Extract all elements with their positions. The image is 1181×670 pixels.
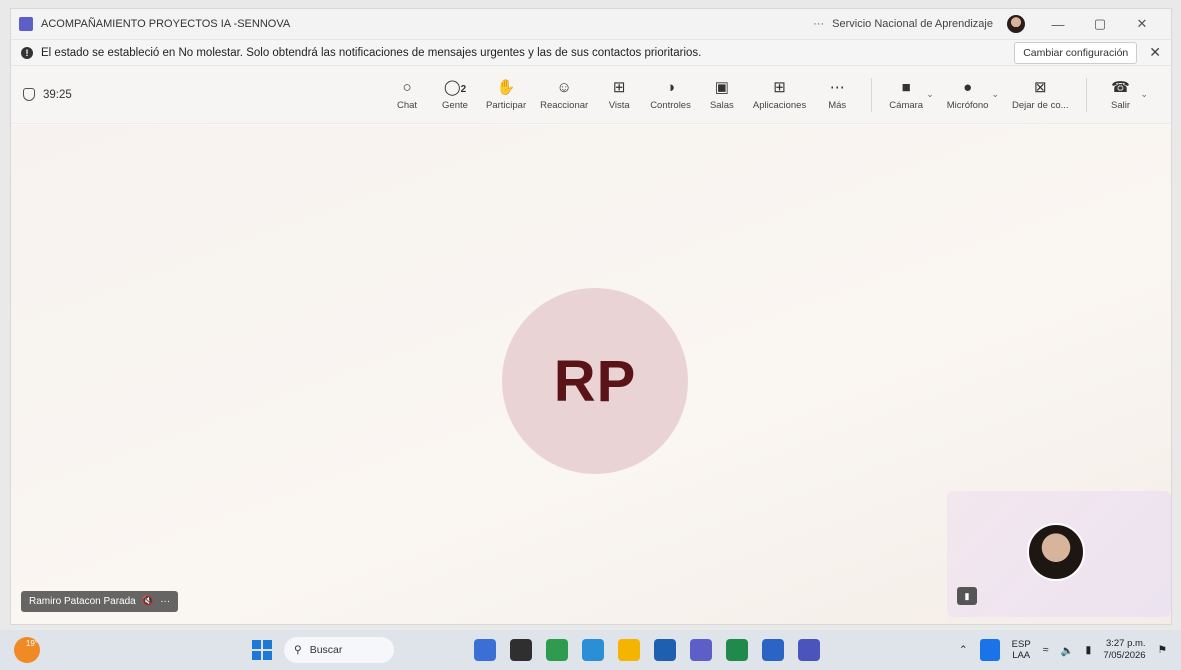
self-video-tile[interactable]: ▮	[947, 491, 1171, 617]
banner-text: El estado se estableció en No molestar. …	[41, 46, 702, 59]
edge-icon[interactable]	[582, 639, 604, 661]
shield-icon	[23, 88, 35, 101]
mic-muted-icon: 🔇	[141, 596, 155, 607]
toolbar-divider	[1085, 77, 1087, 112]
maximize-button[interactable]: ▢	[1079, 16, 1121, 32]
title-bar: ACOMPAÑAMIENTO PROYECTOS IA -SENNOVA ···…	[11, 9, 1171, 39]
wifi-icon[interactable]: ≈	[1043, 644, 1049, 656]
camera-off-icon: ■	[901, 79, 911, 96]
ellipsis-icon: ⋯	[829, 79, 845, 96]
hang-up-icon: ☎	[1111, 79, 1130, 96]
window-title: ACOMPAÑAMIENTO PROYECTOS IA -SENNOVA	[41, 18, 291, 30]
rooms-icon: ▣	[714, 79, 729, 96]
microphone-icon: ●	[963, 79, 973, 96]
do-not-disturb-banner: ! El estado se estableció en No molestar…	[11, 39, 1171, 66]
toolbar-divider	[871, 77, 873, 112]
taskbar-search[interactable]: ⚲ Buscar	[284, 637, 394, 663]
meeting-timer: 39:25	[23, 88, 383, 101]
people-icon: ◯2	[443, 79, 467, 96]
chevron-down-icon[interactable]: ⌄	[1141, 89, 1149, 100]
chevron-down-icon[interactable]: ⌄	[926, 89, 934, 100]
grid-icon: ⊞	[612, 79, 626, 96]
excel-icon[interactable]	[726, 639, 748, 661]
word-icon[interactable]	[762, 639, 784, 661]
controls-icon: ◑	[665, 79, 676, 96]
organization-name[interactable]: Servicio Nacional de Aprendizaje	[832, 18, 993, 30]
chevron-down-icon[interactable]: ⌄	[991, 89, 999, 100]
battery-icon[interactable]: ▮	[1086, 644, 1092, 656]
controls-button[interactable]: ◑ Controles	[650, 78, 691, 111]
participant-avatar: RP	[502, 288, 688, 474]
smiley-icon: ☺	[556, 79, 572, 96]
close-window-button[interactable]: ✕	[1121, 16, 1163, 32]
chat-button[interactable]: ○ Chat	[390, 78, 424, 111]
signal-icon[interactable]: ▮	[957, 587, 977, 605]
search-label: Buscar	[309, 644, 343, 656]
taskbar-app-icon[interactable]	[654, 639, 676, 661]
file-explorer-icon[interactable]	[618, 639, 640, 661]
system-tray: ⌃ ESP LAA ≈ 🔈 ▮ 3:27 p.m. 7/05/2026 ⚑	[959, 638, 1167, 662]
rooms-button[interactable]: ▣ Salas	[705, 78, 739, 111]
chevron-up-icon[interactable]: ⌃	[959, 644, 968, 656]
taskbar-app-icon[interactable]	[510, 639, 532, 661]
windows-taskbar: 19° ⚲ Buscar ⌃ ESP LAA ≈ 🔈 ▮ 3:27 p.m. 7/0…	[0, 630, 1181, 670]
teams-icon[interactable]	[798, 639, 820, 661]
timer-value: 39:25	[43, 88, 72, 101]
notification-icon[interactable]: ⚑	[1158, 644, 1167, 656]
stop-share-icon: ⊠	[1033, 79, 1047, 96]
minimize-button[interactable]: —	[1037, 17, 1079, 32]
taskbar-app-icon[interactable]	[474, 639, 496, 661]
participant-name-tag[interactable]: Ramiro Patacon Parada 🔇 ···	[21, 591, 179, 612]
info-icon: !	[21, 46, 33, 59]
leave-button[interactable]: ☎ Salir	[1104, 78, 1138, 111]
language-indicator[interactable]: ESP LAA	[1012, 639, 1031, 661]
people-button[interactable]: ◯2 Gente	[438, 78, 472, 111]
raise-hand-button[interactable]: ✋ Participar	[486, 78, 526, 111]
volume-icon[interactable]: 🔈	[1060, 644, 1073, 657]
participant-menu-icon[interactable]: ···	[160, 596, 170, 607]
chat-icon: ○	[402, 79, 412, 96]
view-button[interactable]: ⊞ Vista	[602, 78, 636, 111]
react-button[interactable]: ☺ Reaccionar	[540, 78, 588, 111]
search-icon: ⚲	[294, 644, 302, 656]
meeting-toolbar: 39:25 ○ Chat ◯2 Gente ✋ Participar ☺ Rea…	[11, 66, 1171, 124]
microphone-icon[interactable]	[979, 639, 1000, 661]
microphone-button[interactable]: ● Micrófono	[947, 78, 989, 111]
account-avatar[interactable]	[1007, 15, 1025, 33]
more-options-icon[interactable]: ···	[813, 18, 824, 30]
video-stage: RP Ramiro Patacon Parada 🔇 ··· ▮	[11, 125, 1171, 624]
hand-icon: ✋	[496, 79, 516, 96]
teams-meeting-window: ACOMPAÑAMIENTO PROYECTOS IA -SENNOVA ···…	[10, 8, 1172, 625]
close-banner-button[interactable]: ✕	[1149, 44, 1161, 61]
clock[interactable]: 3:27 p.m. 7/05/2026	[1103, 638, 1145, 662]
teams-icon	[19, 17, 33, 31]
chrome-icon[interactable]	[546, 639, 568, 661]
camera-button[interactable]: ■ Cámara	[889, 78, 923, 111]
weather-icon[interactable]: 19°	[14, 637, 40, 663]
plus-box-icon: ⊞	[773, 79, 786, 96]
start-button[interactable]	[252, 640, 272, 660]
self-avatar	[1027, 523, 1085, 581]
teams-icon[interactable]	[690, 639, 712, 661]
stop-sharing-button[interactable]: ⊠ Dejar de co...	[1012, 78, 1069, 111]
participant-name: Ramiro Patacon Parada	[29, 596, 136, 607]
more-button[interactable]: ⋯ Más	[820, 78, 854, 111]
apps-button[interactable]: ⊞ Aplicaciones	[753, 78, 806, 111]
change-settings-button[interactable]: Cambiar configuración	[1014, 41, 1138, 64]
